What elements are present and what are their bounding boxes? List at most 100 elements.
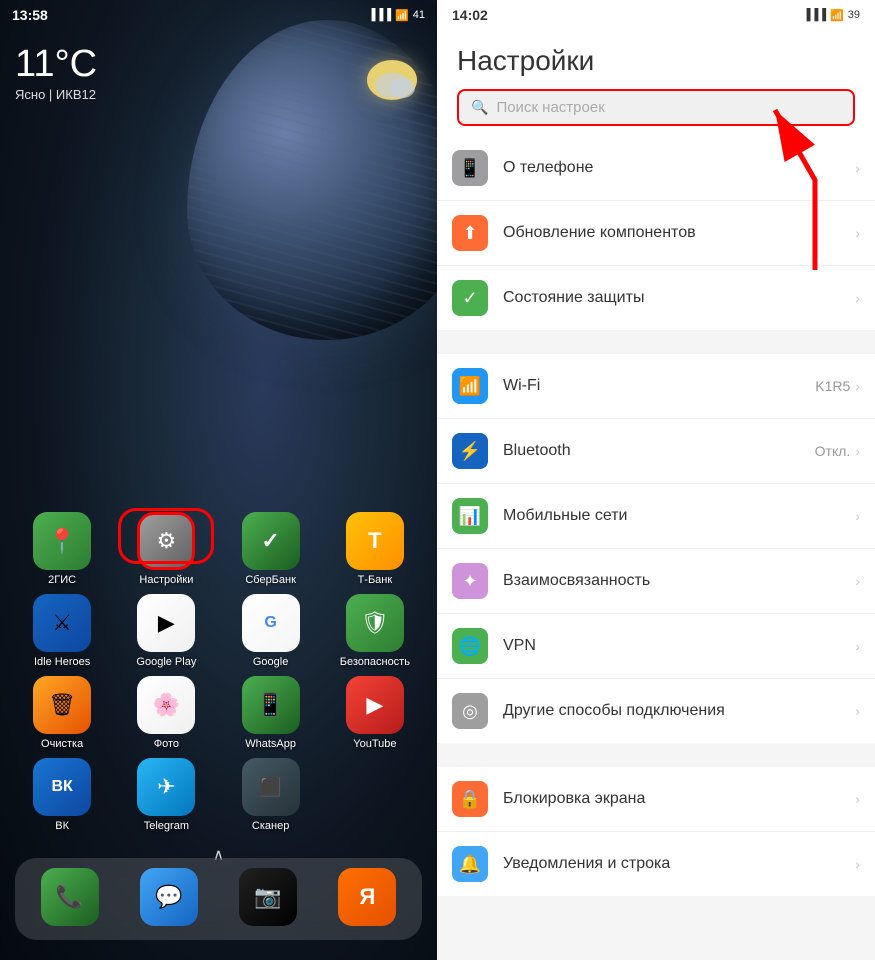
app-label-clean: Очистка <box>41 738 83 750</box>
signal-icon: ▐▐▐ <box>368 9 391 21</box>
settings-symbol: ⚙ <box>157 528 177 554</box>
wifi-symbol: 📶 <box>459 376 481 397</box>
settings-item-update[interactable]: ⬆ Обновление компонентов › <box>437 201 875 266</box>
connect-symbol: ✦ <box>462 571 477 592</box>
app-icon-empty <box>346 758 404 816</box>
lock-icon-settings: 🔒 <box>452 781 488 817</box>
telegram-symbol: ✈ <box>157 774 175 800</box>
update-icon: ⬆ <box>452 215 488 251</box>
settings-item-lock[interactable]: 🔒 Блокировка экрана › <box>437 767 875 832</box>
wifi-label: Wi-Fi <box>503 377 815 395</box>
settings-item-notify[interactable]: 🔔 Уведомления и строка › <box>437 832 875 896</box>
search-icon: 🔍 <box>471 99 488 116</box>
status-bar: 13:58 ▐▐▐ 📶 41 <box>0 0 437 30</box>
lock-symbol: 🔒 <box>459 789 481 810</box>
app-telegram[interactable]: ✈ Telegram <box>126 758 206 832</box>
mobile-symbol: 📊 <box>459 506 481 527</box>
app-youtube[interactable]: ▶ YouTube <box>335 676 415 750</box>
dock-messages[interactable]: 💬 <box>129 868 209 930</box>
app-label-whatsapp: WhatsApp <box>245 738 296 750</box>
mobile-label: Мобильные сети <box>503 507 855 525</box>
app-clean[interactable]: 🗑 Очистка <box>22 676 102 750</box>
app-label-tbank: Т-Банк <box>358 574 393 586</box>
app-label-vk: ВК <box>55 820 69 832</box>
photo-symbol: 🌸 <box>153 692 180 718</box>
settings-item-about[interactable]: 📱 О телефоне › <box>437 136 875 201</box>
vk-symbol: ВК <box>51 778 72 796</box>
app-settings[interactable]: ⚙ Настройки <box>126 512 206 586</box>
about-label: О телефоне <box>503 159 855 177</box>
bluetooth-value: Откл. <box>815 443 851 459</box>
connect-icon-settings: ✦ <box>452 563 488 599</box>
dock-messages-icon: 💬 <box>140 868 198 926</box>
section-divider-2 <box>437 755 875 767</box>
right-settings-screen: 14:02 ▐▐▐ 📶 39 Настройки 🔍 Поиск настрое… <box>437 0 875 960</box>
app-label-gplay: Google Play <box>136 656 196 668</box>
other-conn-symbol: ◎ <box>462 701 478 722</box>
app-gplay[interactable]: ▶ Google Play <box>126 594 206 668</box>
status-icons: ▐▐▐ 📶 41 <box>368 9 425 22</box>
settings-item-mobile[interactable]: 📊 Мобильные сети › <box>437 484 875 549</box>
app-row-2: ⚔ Idle Heroes ▶ Google Play G Google 🛡 <box>10 594 427 668</box>
vpn-symbol: 🌐 <box>459 636 481 657</box>
app-idle[interactable]: ⚔ Idle Heroes <box>22 594 102 668</box>
status-time: 13:58 <box>12 7 48 23</box>
battery-right: 39 <box>848 9 860 21</box>
settings-item-security-status[interactable]: ✓ Состояние защиты › <box>437 266 875 330</box>
bluetooth-chevron: › <box>855 443 860 459</box>
settings-item-connect[interactable]: ✦ Взаимосвязанность › <box>437 549 875 614</box>
app-google[interactable]: G Google <box>231 594 311 668</box>
app-icon-tbank: Т <box>346 512 404 570</box>
app-icon-photo: 🌸 <box>137 676 195 734</box>
dock-camera[interactable]: 📷 <box>228 868 308 930</box>
app-icon-google: G <box>242 594 300 652</box>
security-status-icon: ✓ <box>452 280 488 316</box>
settings-section-3: 🔒 Блокировка экрана › 🔔 Уведомления и ст… <box>437 767 875 896</box>
app-icon-settings: ⚙ <box>137 512 195 570</box>
about-chevron: › <box>855 160 860 176</box>
other-conn-icon-settings: ◎ <box>452 693 488 729</box>
settings-section-2: 📶 Wi-Fi K1R5 › ⚡ Bluetooth Откл. › 📊 Моб… <box>437 354 875 743</box>
app-icon-security: 🛡 <box>346 594 404 652</box>
app-grid: 📍 2ГИС ⚙ Настройки ✓ СберБанк Т <box>0 512 437 840</box>
app-scanner[interactable]: ⬛ Сканер <box>231 758 311 832</box>
app-security[interactable]: 🛡 Безопасность <box>335 594 415 668</box>
app-label-youtube: YouTube <box>353 738 396 750</box>
weather-description: Ясно | ИКВ12 <box>15 87 97 102</box>
settings-item-other-conn[interactable]: ◎ Другие способы подключения › <box>437 679 875 743</box>
app-icon-2gis: 📍 <box>33 512 91 570</box>
wifi-chevron: › <box>855 378 860 394</box>
app-sber[interactable]: ✓ СберБанк <box>231 512 311 586</box>
update-chevron: › <box>855 225 860 241</box>
app-vk[interactable]: ВК ВК <box>22 758 102 832</box>
scanner-symbol: ⬛ <box>259 777 281 798</box>
phone-symbol: 📞 <box>56 884 83 910</box>
app-tbank[interactable]: Т Т-Банк <box>335 512 415 586</box>
app-whatsapp[interactable]: 📱 WhatsApp <box>231 676 311 750</box>
dock-yandex-icon: Я <box>338 868 396 926</box>
app-label-scanner: Сканер <box>252 820 289 832</box>
wifi-value: K1R5 <box>815 378 850 394</box>
dock-camera-icon: 📷 <box>239 868 297 926</box>
vpn-chevron: › <box>855 638 860 654</box>
dock-phone[interactable]: 📞 <box>30 868 110 930</box>
settings-item-bluetooth[interactable]: ⚡ Bluetooth Откл. › <box>437 419 875 484</box>
status-time-right: 14:02 <box>452 7 488 23</box>
app-icon-youtube: ▶ <box>346 676 404 734</box>
bluetooth-symbol: ⚡ <box>459 441 481 462</box>
security-symbol: 🛡 <box>361 610 389 636</box>
about-icon: 📱 <box>452 150 488 186</box>
app-photo[interactable]: 🌸 Фото <box>126 676 206 750</box>
update-label: Обновление компонентов <box>503 224 855 242</box>
settings-item-vpn[interactable]: 🌐 VPN › <box>437 614 875 679</box>
weather-widget: 11°C Ясно | ИКВ12 <box>15 45 97 102</box>
mobile-chevron: › <box>855 508 860 524</box>
app-2gis[interactable]: 📍 2ГИС <box>22 512 102 586</box>
status-icons-right: ▐▐▐ 📶 39 <box>803 9 860 22</box>
wifi-icon-right: 📶 <box>830 9 844 22</box>
settings-page-title: Настройки <box>457 45 855 77</box>
settings-item-wifi[interactable]: 📶 Wi-Fi K1R5 › <box>437 354 875 419</box>
dock-yandex[interactable]: Я <box>327 868 407 930</box>
battery-label: 41 <box>413 9 425 21</box>
search-box[interactable]: 🔍 Поиск настроек <box>457 89 855 126</box>
